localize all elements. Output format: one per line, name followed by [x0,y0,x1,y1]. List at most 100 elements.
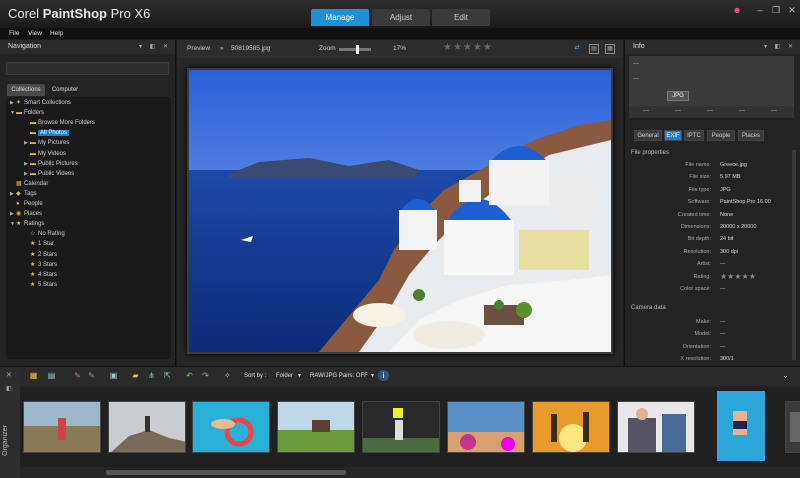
rotate-right-icon[interactable]: ↷ [200,370,211,381]
organizer-close-icon[interactable]: ✕ [6,371,12,379]
tab-computer[interactable]: Computer [46,84,84,96]
property-value: JPG [720,186,731,193]
panel-controls-icon[interactable]: ▾ ◧ ✕ [139,40,171,54]
info-header: Info ▾ ◧ ✕ [625,40,800,54]
tree-item[interactable]: ▦ Calendar [10,180,48,189]
tab-adjust[interactable]: Adjust [372,9,430,26]
info-tab-iptc[interactable]: IPTC [684,130,704,141]
collections-tree: ▶ ✦ Smart Collections ▼▬ Folders ▬ Browse More… [6,97,171,359]
minimize-icon[interactable]: – [754,4,766,16]
navigation-search-input[interactable] [6,62,169,75]
export-icon[interactable]: ⇱ [162,370,173,381]
organizer-scrollbar[interactable] [106,470,346,475]
property-value: 5.97 MB [720,174,741,181]
folder-icon: ▬ [30,120,36,127]
zoom-slider[interactable] [339,48,371,51]
menu-view[interactable]: View [28,28,42,39]
tree-item[interactable]: ▶ ▬ Public Videos [24,170,74,179]
user-icon[interactable]: ☻ [731,4,743,16]
tree-item[interactable]: ▼★ Ratings [10,220,44,229]
rotate-left-icon[interactable]: ↶ [184,370,195,381]
thumbnail[interactable] [108,401,186,453]
property-label: Rating: [693,273,711,280]
tree-item[interactable]: ▶ ◉ Places [10,210,42,219]
zoom-slider-handle[interactable] [356,45,360,54]
thumbnail[interactable] [362,401,440,453]
grid-view-icon[interactable]: ▦ [605,44,615,54]
property-value: 300 dpi [720,248,739,255]
thumbnail[interactable] [192,401,270,453]
tag-icon: ◆ [16,190,21,197]
tab-edit[interactable]: Edit [432,9,490,26]
tree-item[interactable]: ▶ ▬ My Pictures [24,139,69,148]
brush-icon[interactable]: ✎ [72,370,83,381]
raw-jpg-pairs-dropdown[interactable]: RAW/JPG Pairs: OFF [310,367,368,385]
folder-icon: ▬ [30,140,36,147]
share-icon[interactable]: ⇄ [572,44,582,54]
info-panel-controls-icon[interactable]: ▾ ◧ ✕ [764,40,796,54]
property-value: --- [720,261,726,268]
info-tab-places[interactable]: Places [738,130,764,141]
sort-by-dropdown[interactable]: Folder [276,367,293,385]
preview-label: Preview [187,45,211,52]
sort-chevron-down-icon[interactable]: ▼ [297,367,302,385]
property-label: Dimensions: [680,224,711,230]
thumbnail[interactable] [447,401,525,453]
details-view-icon[interactable]: ▤ [46,370,57,381]
share-network-icon[interactable]: ⋔ [146,370,157,381]
brush-alt-icon[interactable]: ✎ [86,370,97,381]
tree-item[interactable]: ▶ ◆ Tags [10,190,37,199]
tree-item[interactable]: ☆ No Rating [24,230,65,239]
tree-item[interactable]: ★ 5 Stars [24,281,57,290]
preview-view-icon[interactable]: ▤ [589,44,599,54]
thumbnail[interactable] [277,401,355,453]
property-value[interactable]: ★★★★★ [720,272,756,281]
collapse-chevron-icon[interactable]: ⌄ [780,370,791,381]
tab-collections[interactable]: Collections [7,84,45,96]
tree-item[interactable]: ▼▬ Folders [10,109,44,118]
info-scrollbar[interactable] [792,150,796,360]
tree-item[interactable]: ★ 1 Star [24,240,54,249]
info-tab-general[interactable]: General [634,130,662,141]
info-tab-people[interactable]: People [707,130,735,141]
preview-photo[interactable] [189,70,611,352]
property-label: Bit depth: [687,236,711,243]
folder-add-icon[interactable]: ▰ [130,370,141,381]
menu-help[interactable]: Help [50,28,63,39]
sort-by-label: Sort by : [244,373,267,379]
property-label: Software: [687,199,711,206]
thumb-row-4: --- [739,108,745,114]
thumbnail[interactable] [532,401,610,453]
tree-item[interactable]: ▶ ▬ Public Pictures [24,160,78,169]
menu-file[interactable]: File [9,28,19,39]
thumbnail[interactable] [785,401,800,453]
property-value: 20000 x 20000 [720,224,757,230]
folder-icon: ▬ [30,150,36,157]
star-icon: ★ [30,251,36,258]
thumbnail[interactable] [617,401,695,453]
tree-item[interactable]: ▬ Browse More Folders [24,119,95,128]
organizer-pin-icon[interactable]: ◧ [6,385,12,392]
tree-item[interactable]: ★ 4 Stars [24,271,57,280]
tree-item[interactable]: ● People [10,200,43,209]
restore-icon[interactable]: ❐ [770,4,782,16]
tree-item[interactable]: ▶ ✦ Smart Collections [10,99,71,108]
tree-item[interactable]: ▬ All Photos [24,129,70,138]
thumb-row-2: --- [675,108,681,114]
thumbnail-selected[interactable] [717,391,765,461]
info-tab-exif[interactable]: EXIF [664,130,682,141]
tab-manage[interactable]: Manage [311,9,369,26]
organizer-panel: ✕ ◧ Organizer ▦ ▤ ✎ ✎ ▣ ▰ ⋔ ⇱ ↶ ↷ ✧ Sort… [0,366,800,478]
info-icon[interactable]: i [378,370,389,381]
raw-chevron-down-icon[interactable]: ▼ [370,367,375,385]
thumbnail-view-icon[interactable]: ▦ [28,370,39,381]
tree-item[interactable]: ▬ My Videos [24,150,66,159]
tree-item[interactable]: ★ 3 Stars [24,261,57,270]
preview-rating-stars[interactable]: ★★★★★ [443,42,493,53]
thumbnail[interactable] [23,401,101,453]
auto-fix-icon[interactable]: ✧ [222,370,233,381]
info-panel: Info ▾ ◧ ✕ --- --- JPG --- --- --- --- --… [624,40,800,366]
tree-item[interactable]: ★ 2 Stars [24,251,57,260]
camera-icon[interactable]: ▣ [108,370,119,381]
close-icon[interactable]: ✕ [786,4,798,16]
